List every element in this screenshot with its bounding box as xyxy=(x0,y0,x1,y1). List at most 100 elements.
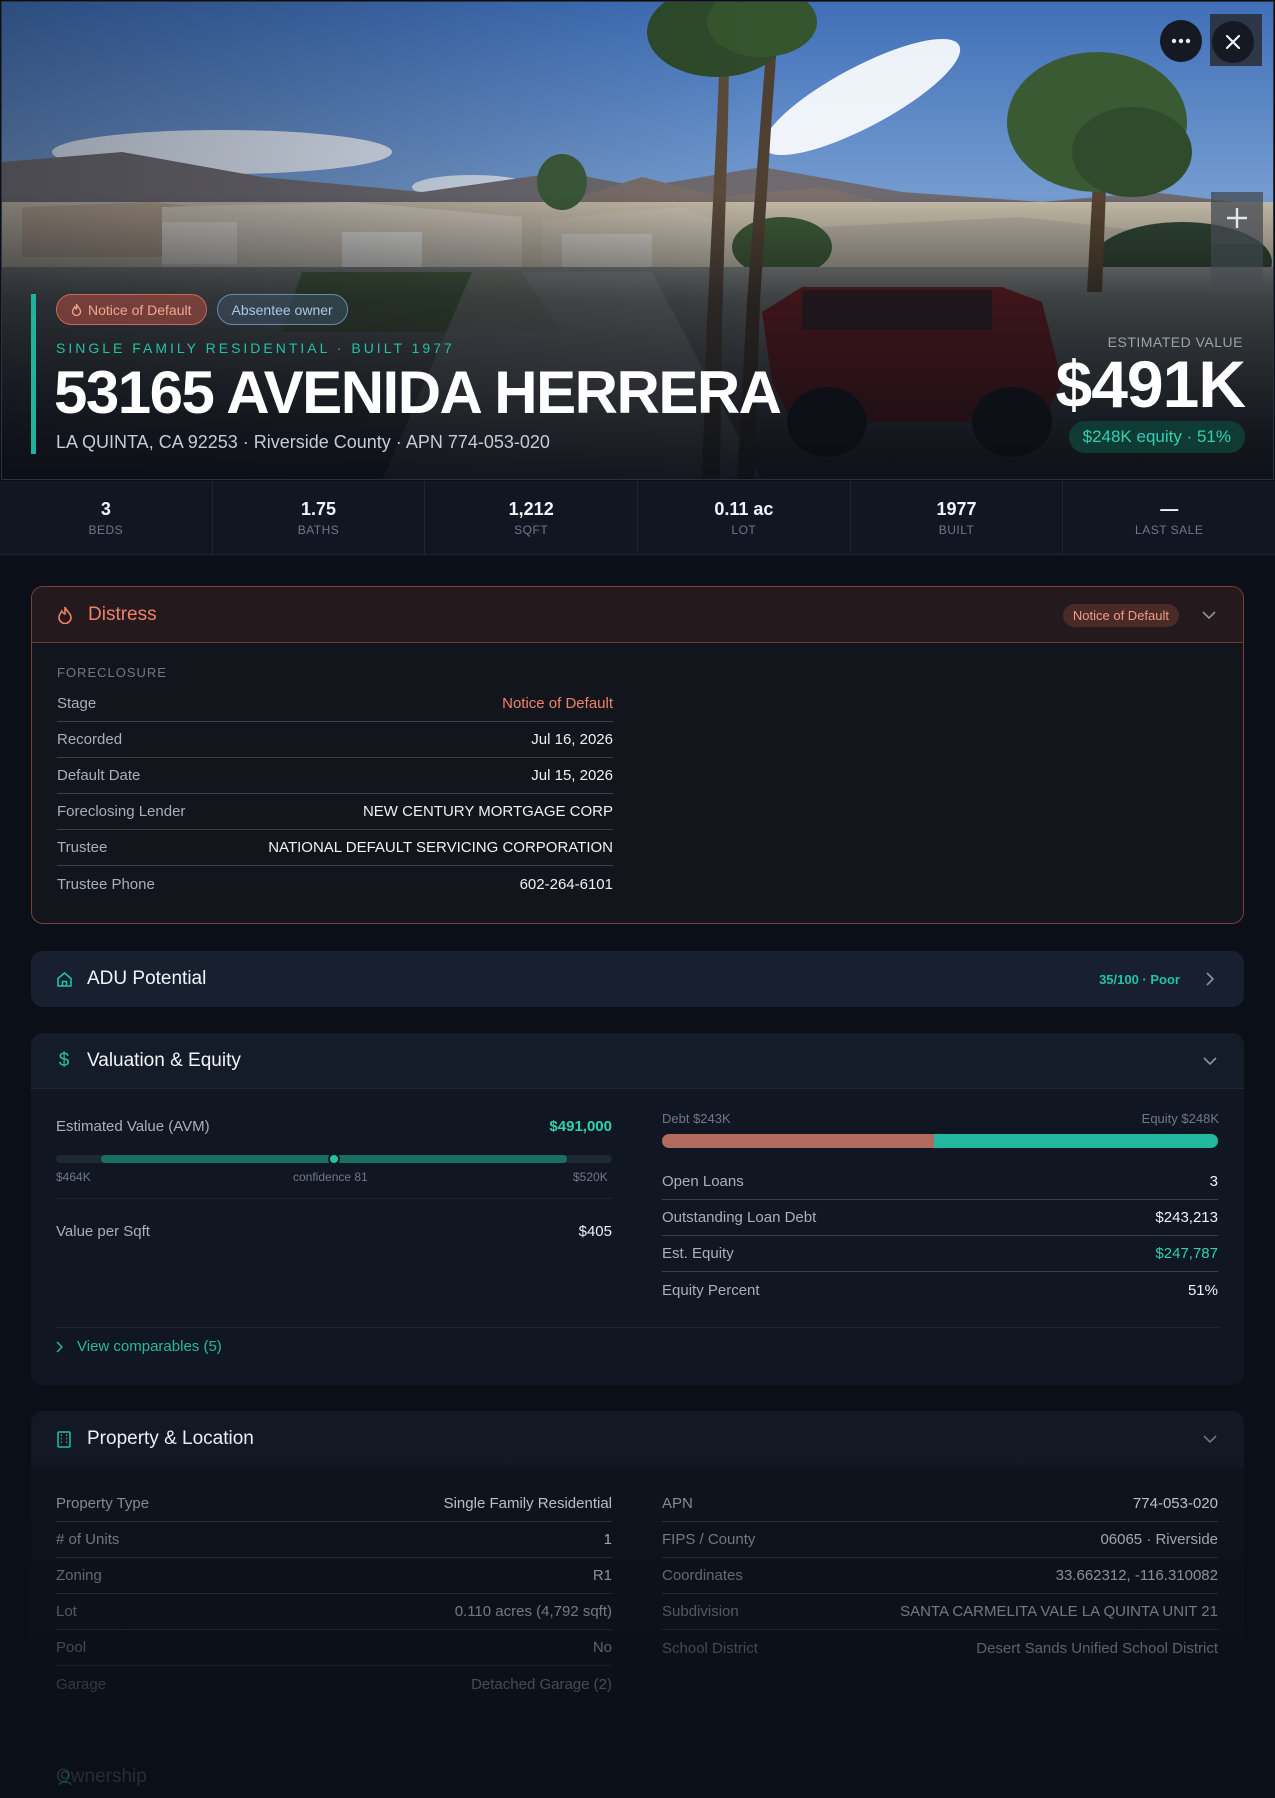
stat-beds-label: BEDS xyxy=(88,522,124,537)
foreclosure-row-default-date: Default Date Jul 15, 2026 xyxy=(57,758,613,794)
property-left-column: Property Type Single Family Residential #… xyxy=(56,1486,612,1702)
stat-sqft-label: SQFT xyxy=(514,522,549,537)
row-value: 33.662312, -116.310082 xyxy=(1055,1567,1218,1584)
property-location-card: Property & Location Property Type Single … xyxy=(31,1411,1244,1711)
row-value: Detached Garage (2) xyxy=(471,1675,612,1693)
chevron-right-icon xyxy=(56,1340,63,1353)
adu-potential-card[interactable]: ADU Potential 35/100 · Poor xyxy=(31,951,1244,1007)
equity-label: Equity $248K xyxy=(1141,1111,1219,1126)
row-value: Jul 16, 2026 xyxy=(531,731,613,748)
row-key: Est. Equity xyxy=(662,1245,734,1262)
row-key: Property Type xyxy=(56,1495,150,1512)
property-row-apn: APN 774-053-020 xyxy=(662,1486,1218,1522)
adu-title: ADU Potential xyxy=(87,968,207,989)
row-key: Garage xyxy=(56,1675,107,1693)
valuation-title: Valuation & Equity xyxy=(87,1049,241,1071)
hero-badges: Notice of Default Absentee owner xyxy=(56,294,348,325)
property-row-type: Property Type Single Family Residential xyxy=(56,1486,612,1522)
valuation-card-header[interactable]: $ Valuation & Equity xyxy=(31,1033,1244,1089)
property-row-zoning: Zoning R1 xyxy=(56,1558,612,1594)
chevron-down-icon[interactable] xyxy=(1200,1429,1220,1449)
close-icon xyxy=(1225,34,1241,50)
row-value: Jul 15, 2026 xyxy=(531,767,613,784)
avm-column: Estimated Value (AVM) $491,000 xyxy=(56,1108,612,1144)
stat-last-sale-label: LAST SALE xyxy=(1135,522,1204,537)
stat-sqft-value: 1,212 xyxy=(508,498,554,519)
range-low: $464K xyxy=(56,1170,91,1184)
value-per-sqft-label: Value per Sqft xyxy=(56,1222,150,1240)
more-icon xyxy=(1171,38,1191,44)
property-location-line: LA QUINTA, CA 92253 · Riverside County ·… xyxy=(56,432,550,452)
building-icon xyxy=(55,1430,73,1448)
chevron-down-icon[interactable] xyxy=(1200,1051,1220,1071)
close-button[interactable] xyxy=(1212,21,1254,63)
stat-built-value: 1977 xyxy=(936,498,977,519)
stat-baths-value: 1.75 xyxy=(300,498,337,519)
row-value: No xyxy=(592,1639,612,1656)
row-key: FIPS / County xyxy=(662,1531,756,1548)
foreclosure-row-trustee: Trustee NATIONAL DEFAULT SERVICING CORPOR… xyxy=(57,830,613,866)
ownership-card-title[interactable]: Ownership xyxy=(56,1766,147,1788)
zoom-in-button[interactable] xyxy=(1211,192,1263,244)
property-address: 53165 AVENIDA HERRERA xyxy=(54,359,782,426)
flame-icon xyxy=(56,606,74,624)
property-row-fips: FIPS / County 06065 · Riverside xyxy=(662,1522,1218,1558)
distress-status-badge: Notice of Default xyxy=(1062,603,1179,627)
row-key: Stage xyxy=(57,695,97,712)
property-row-units: # of Units 1 xyxy=(56,1522,612,1558)
confidence-label: confidence 81 xyxy=(293,1170,368,1184)
stat-lot-value: 0.11 ac xyxy=(714,498,774,519)
avm-row: Estimated Value (AVM) $491,000 xyxy=(56,1108,612,1144)
property-row-garage: Garage Detached Garage (2) xyxy=(56,1666,612,1702)
property-card-header[interactable]: Property & Location xyxy=(31,1411,1244,1467)
property-header-right xyxy=(1200,1411,1220,1467)
flame-icon xyxy=(71,303,82,316)
row-key: School District xyxy=(662,1639,758,1657)
chevron-down-icon[interactable] xyxy=(1199,605,1219,625)
equity-pill: $248K equity · 51% xyxy=(1068,421,1245,453)
chevron-right-icon[interactable] xyxy=(1200,969,1220,989)
notice-of-default-badge-label: Notice of Default xyxy=(88,301,192,318)
row-value: 1 xyxy=(603,1531,612,1548)
row-value: Notice of Default xyxy=(502,695,613,712)
loan-row-est-equity: Est. Equity $247,787 xyxy=(662,1236,1218,1272)
distress-card: Distress Notice of Default FORECLOSURE S… xyxy=(31,586,1244,924)
view-comparables-link[interactable]: View comparables (5) xyxy=(56,1338,222,1355)
property-row-pool: Pool No xyxy=(56,1630,612,1666)
loan-row-open-loans: Open Loans 3 xyxy=(662,1164,1218,1200)
zoom-out-button[interactable] xyxy=(1211,244,1263,290)
stat-built: 1977 BUILT xyxy=(851,481,1064,554)
absentee-owner-badge: Absentee owner xyxy=(216,294,348,325)
row-value: 774-053-020 xyxy=(1132,1495,1218,1512)
property-right-column: APN 774-053-020 FIPS / County 06065 · Rive… xyxy=(662,1486,1218,1666)
loan-row-equity-percent: Equity Percent 51% xyxy=(662,1272,1218,1308)
property-row-coordinates: Coordinates 33.662312, -116.310082 xyxy=(662,1558,1218,1594)
distress-card-header[interactable]: Distress Notice of Default xyxy=(32,587,1243,643)
stat-baths-label: BATHS xyxy=(297,522,340,537)
title-accent-bar xyxy=(31,294,36,454)
valuation-equity-card: $ Valuation & Equity Estimated Value (AV… xyxy=(31,1033,1244,1385)
adu-header-right: 35/100 · Poor xyxy=(1099,951,1220,1007)
row-value: NEW CENTURY MORTGAGE CORP xyxy=(362,803,613,820)
stat-beds: 3 BEDS xyxy=(0,481,213,554)
adu-card-header[interactable]: ADU Potential 35/100 · Poor xyxy=(31,951,1244,1007)
foreclosure-details: Stage Notice of Default Recorded Jul 16, 2… xyxy=(57,686,613,902)
row-key: Equity Percent xyxy=(662,1281,760,1299)
value-per-sqft-value: $405 xyxy=(578,1222,612,1240)
more-options-button[interactable] xyxy=(1160,20,1202,62)
row-value: $243,213 xyxy=(1155,1209,1218,1226)
row-value: 602-264-6101 xyxy=(519,875,613,893)
row-key: Recorded xyxy=(57,731,123,748)
property-subtype: SINGLE FAMILY RESIDENTIAL · BUILT 1977 xyxy=(56,340,455,356)
property-row-lot: Lot 0.110 acres (4,792 sqft) xyxy=(56,1594,612,1630)
foreclosure-row-lender: Foreclosing Lender NEW CENTURY MORTGAGE C… xyxy=(57,794,613,830)
stat-lot: 0.11 ac LOT xyxy=(638,481,851,554)
equity-portion xyxy=(934,1134,1218,1148)
stat-lot-label: LOT xyxy=(731,522,757,537)
stat-built-label: BUILT xyxy=(938,522,975,537)
row-value: SANTA CARMELITA VALE LA QUINTA UNIT 21 xyxy=(900,1603,1218,1620)
row-key: Pool xyxy=(56,1639,87,1656)
row-key: Foreclosing Lender xyxy=(57,803,186,820)
row-key: Coordinates xyxy=(662,1567,743,1584)
valuation-header-right xyxy=(1200,1033,1220,1089)
